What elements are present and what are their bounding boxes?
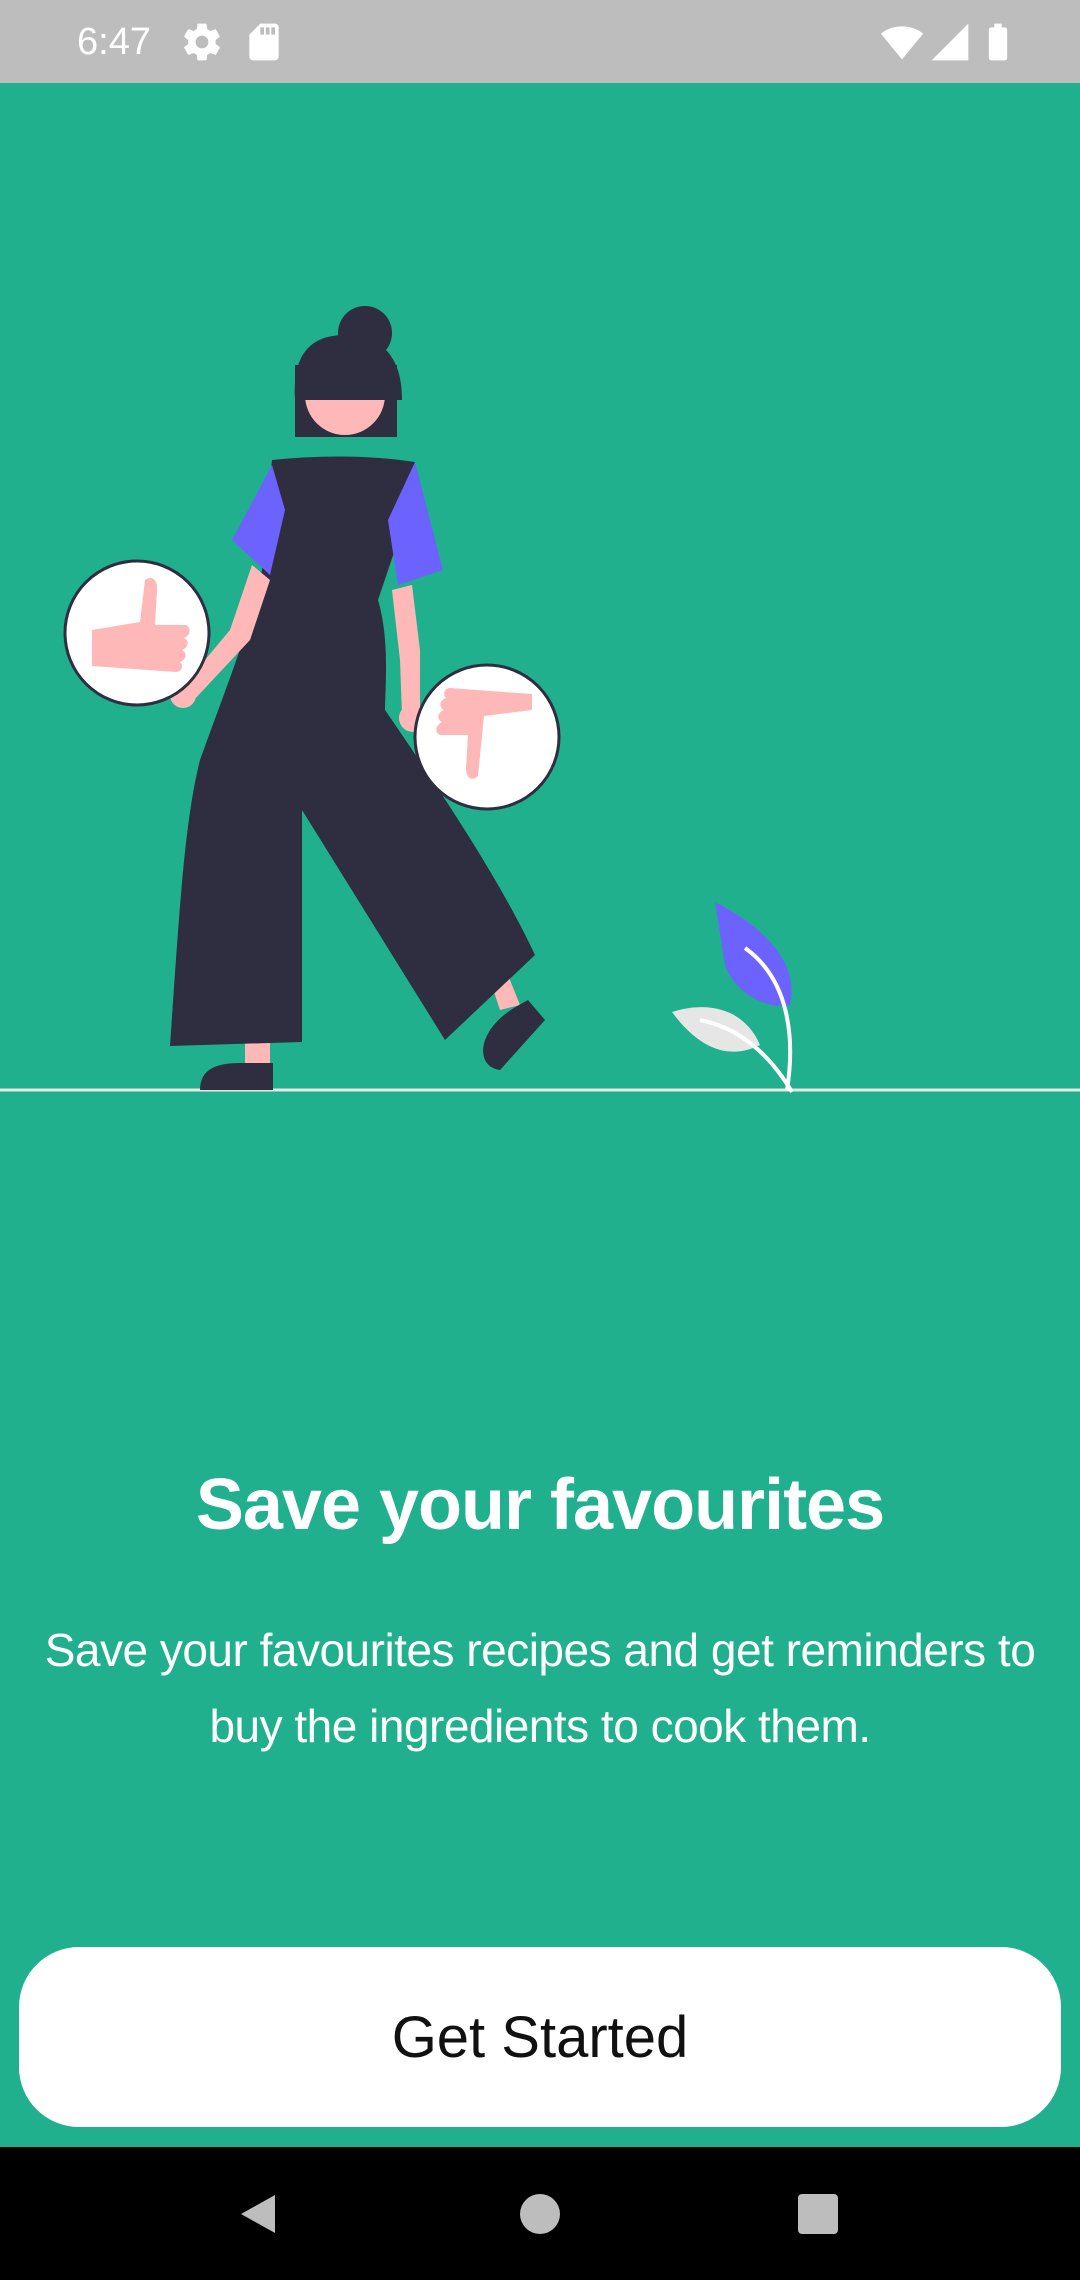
back-icon xyxy=(241,2195,275,2233)
status-bar: 6:47 xyxy=(0,0,1080,83)
recents-button[interactable] xyxy=(778,2174,858,2254)
battery-icon xyxy=(976,20,1020,64)
plant-icon xyxy=(672,902,794,1094)
home-button[interactable] xyxy=(500,2174,580,2254)
cell-signal-icon xyxy=(928,20,972,64)
home-icon xyxy=(520,2194,560,2234)
status-time: 6:47 xyxy=(77,21,151,63)
onboarding-title: Save your favourites xyxy=(195,1465,885,1545)
recents-icon xyxy=(798,2194,838,2234)
wifi-icon xyxy=(880,20,924,64)
thumbs-up-icon xyxy=(63,559,211,707)
back-button[interactable] xyxy=(218,2174,298,2254)
get-started-button[interactable]: Get Started xyxy=(19,1947,1061,2127)
thumbs-down-icon xyxy=(413,663,561,811)
sd-card-icon xyxy=(242,20,286,64)
navigation-bar xyxy=(0,2147,1080,2280)
onboarding-description: Save your favourites recipes and get rem… xyxy=(44,1624,1036,1752)
onboarding-illustration xyxy=(0,306,1080,1094)
gear-icon xyxy=(180,20,224,64)
